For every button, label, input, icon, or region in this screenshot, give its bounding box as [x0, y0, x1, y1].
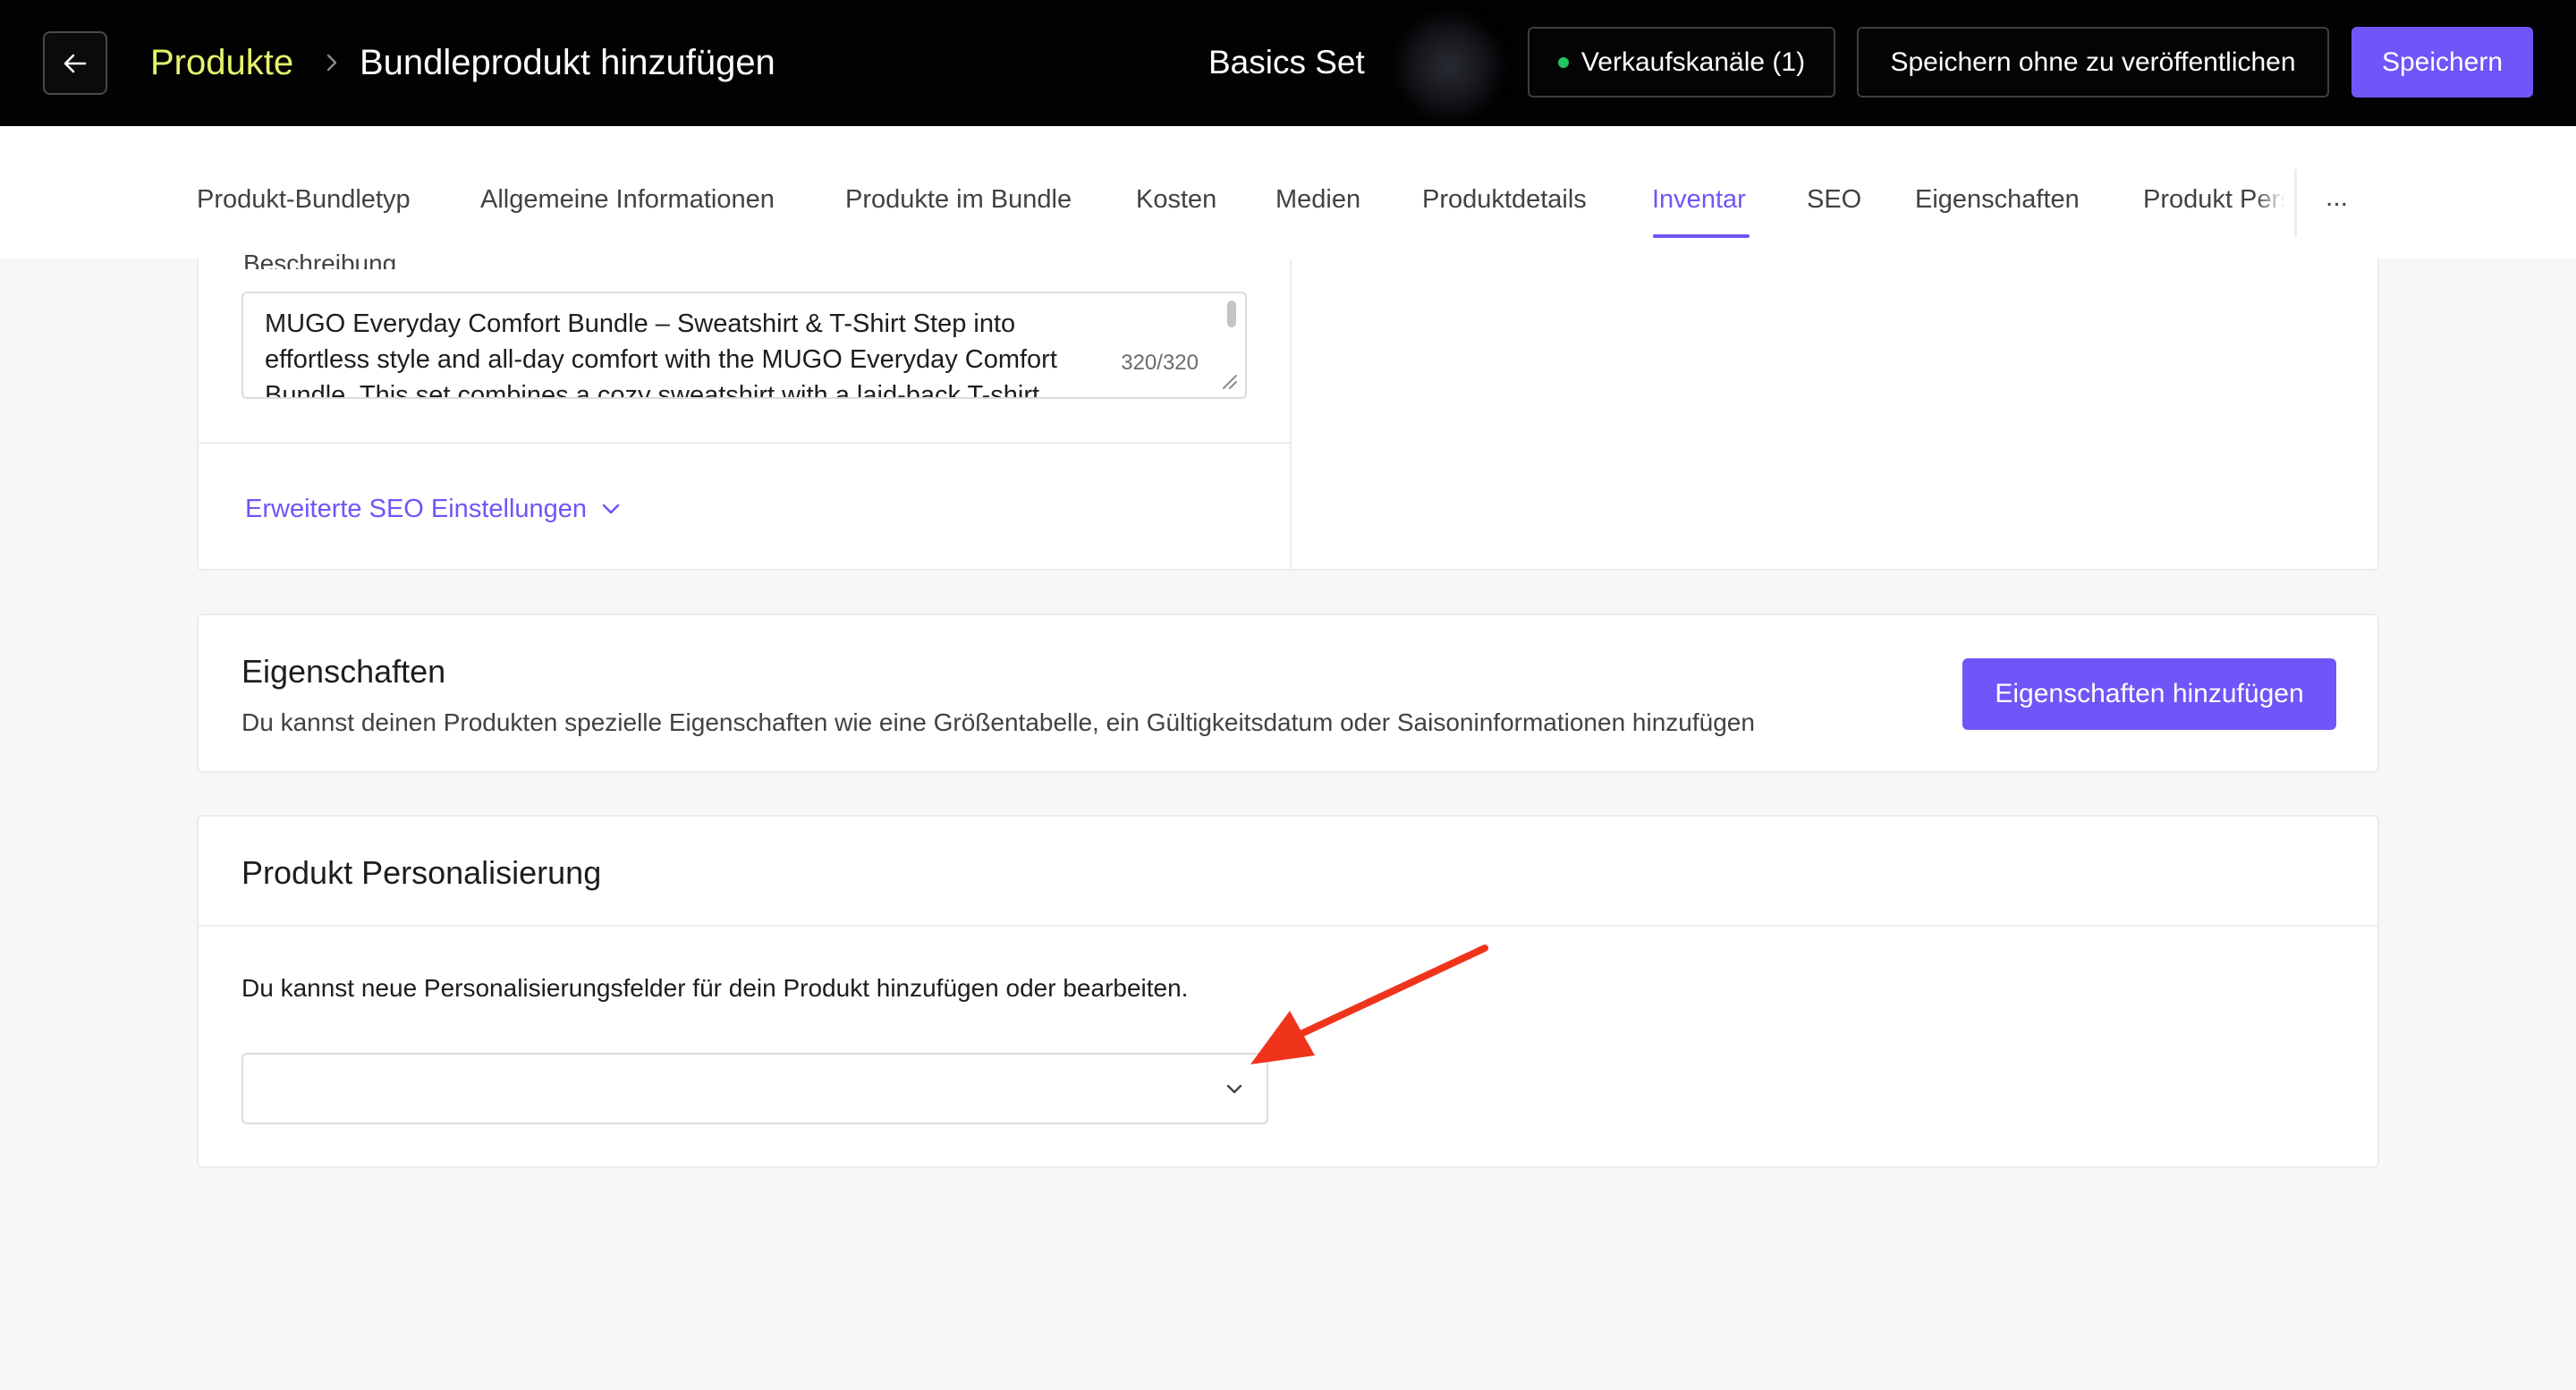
add-properties-button[interactable]: Eigenschaften hinzufügen — [1962, 658, 2336, 730]
tab-divider — [2294, 169, 2297, 237]
personalization-card: Produkt Personalisierung Du kannst neue … — [197, 815, 2379, 1168]
advanced-seo-label: Erweiterte SEO Einstellungen — [245, 495, 588, 523]
properties-title: Eigenschaften — [242, 653, 446, 690]
char-counter: 320/320 — [1114, 351, 1199, 376]
personalization-field-select[interactable] — [242, 1053, 1268, 1124]
tab-product-details[interactable]: Produktdetails — [1422, 182, 1587, 217]
sales-channels-label: Verkaufskanäle (1) — [1580, 47, 1806, 77]
arrow-left-icon — [64, 54, 87, 72]
back-button[interactable] — [43, 31, 107, 95]
active-tab-indicator — [1653, 234, 1750, 238]
tab-seo[interactable]: SEO — [1807, 182, 1861, 217]
description-text: MUGO Everyday Comfort Bundle – Sweatshir… — [265, 309, 1057, 399]
divider — [199, 925, 2377, 927]
description-label: Beschreibung — [243, 250, 397, 269]
personalization-description: Du kannst neue Personalisierungsfelder f… — [242, 974, 1189, 1002]
tab-costs[interactable]: Kosten — [1136, 182, 1216, 217]
sales-channels-button[interactable]: Verkaufskanäle (1) — [1528, 27, 1835, 97]
tab-properties[interactable]: Eigenschaften — [1915, 182, 2080, 217]
tab-inventory[interactable]: Inventar — [1652, 182, 1746, 217]
properties-card: Eigenschaften Du kannst deinen Produkten… — [197, 614, 2379, 773]
top-bar: Produkte Bundleprodukt hinzufügen Basics… — [0, 0, 2576, 126]
tab-bundle-type[interactable]: Produkt-Bundletyp — [197, 182, 411, 217]
status-dot-icon — [1557, 56, 1569, 68]
resize-handle-icon[interactable] — [1215, 367, 1241, 394]
page-title: Bundleprodukt hinzufügen — [360, 43, 775, 82]
more-tabs-button[interactable]: ... — [2326, 180, 2348, 216]
tab-products-in-bundle[interactable]: Produkte im Bundle — [845, 182, 1072, 217]
chevron-down-icon — [1226, 1084, 1242, 1094]
chevron-right-icon — [318, 47, 345, 78]
avatar — [1395, 13, 1503, 120]
divider — [199, 442, 1290, 444]
seo-card: Beschreibung MUGO Everyday Comfort Bundl… — [197, 250, 2379, 571]
product-name: Basics Set — [1208, 44, 1365, 81]
tab-general-info[interactable]: Allgemeine Informationen — [480, 182, 775, 217]
advanced-seo-toggle[interactable]: Erweiterte SEO Einstellungen — [245, 491, 621, 527]
personalization-title: Produkt Personalisierung — [242, 854, 602, 891]
textarea-scrollbar[interactable] — [1227, 301, 1236, 327]
section-tabs: Produkt-Bundletyp Allgemeine Information… — [0, 126, 2576, 259]
divider — [1290, 259, 1292, 569]
save-draft-button[interactable]: Speichern ohne zu veröffentlichen — [1857, 27, 2329, 97]
breadcrumb-parent-link[interactable]: Produkte — [150, 38, 293, 88]
tab-overflow-fade — [2254, 169, 2299, 237]
save-button[interactable]: Speichern — [2351, 27, 2533, 97]
properties-description: Du kannst deinen Produkten spezielle Eig… — [242, 708, 1755, 736]
description-textarea[interactable]: MUGO Everyday Comfort Bundle – Sweatshir… — [242, 292, 1247, 399]
tab-media[interactable]: Medien — [1275, 182, 1360, 217]
chevron-down-icon — [602, 504, 620, 514]
